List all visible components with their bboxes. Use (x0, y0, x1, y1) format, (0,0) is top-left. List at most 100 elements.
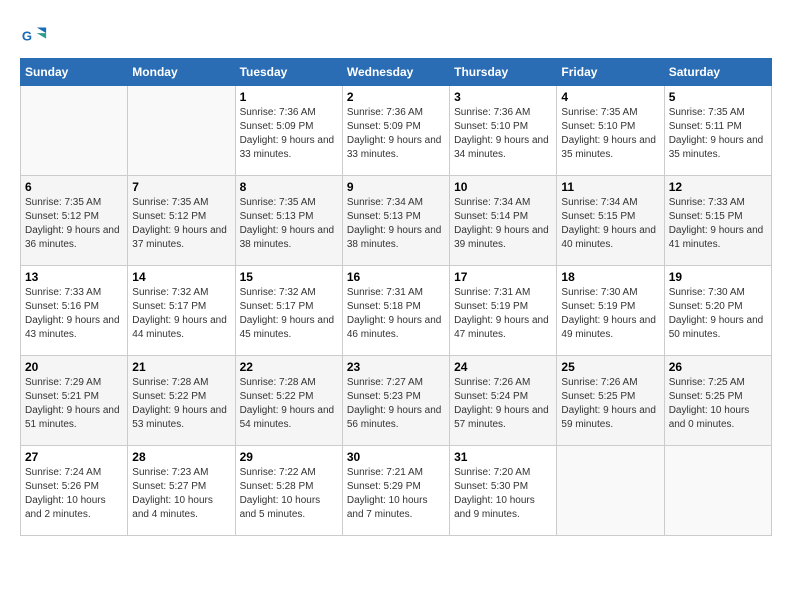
week-row-1: 1Sunrise: 7:36 AM Sunset: 5:09 PM Daylig… (21, 86, 772, 176)
day-number: 23 (347, 360, 445, 374)
day-number: 31 (454, 450, 552, 464)
day-number: 22 (240, 360, 338, 374)
day-cell (21, 86, 128, 176)
day-number: 6 (25, 180, 123, 194)
day-number: 8 (240, 180, 338, 194)
day-info: Sunrise: 7:20 AM Sunset: 5:30 PM Dayligh… (454, 466, 552, 522)
day-cell: 7 Sunrise: 7:35 AM Sunset: 5:12 PM Daylig… (128, 176, 235, 266)
day-info: Sunrise: 7:35 AM Sunset: 5:10 PM Dayligh… (561, 106, 659, 162)
day-info: Sunrise: 7:31 AM Sunset: 5:19 PM Dayligh… (454, 286, 552, 342)
day-info: Sunrise: 7:29 AM Sunset: 5:21 PM Dayligh… (25, 376, 123, 432)
day-number: 30 (347, 450, 445, 464)
header-cell-wednesday: Wednesday (342, 59, 449, 86)
logo-icon: G (20, 20, 48, 48)
week-row-3: 13Sunrise: 7:33 AM Sunset: 5:16 PM Dayli… (21, 266, 772, 356)
calendar-header: SundayMondayTuesdayWednesdayThursdayFrid… (21, 59, 772, 86)
day-info: Sunrise: 7:27 AM Sunset: 5:23 PM Dayligh… (347, 376, 445, 432)
day-info: Sunrise: 7:24 AM Sunset: 5:26 PM Dayligh… (25, 466, 123, 522)
day-cell (557, 446, 664, 536)
calendar-body: 1Sunrise: 7:36 AM Sunset: 5:09 PM Daylig… (21, 86, 772, 536)
day-cell (128, 86, 235, 176)
header-cell-friday: Friday (557, 59, 664, 86)
day-cell: 11 Sunrise: 7:34 AM Sunset: 5:15 PM Dayli… (557, 176, 664, 266)
day-number: 5 (669, 90, 767, 104)
day-cell: 28 Sunrise: 7:23 AM Sunset: 5:27 PM Dayli… (128, 446, 235, 536)
day-number: 4 (561, 90, 659, 104)
svg-text:G: G (22, 29, 32, 44)
day-cell: 6Sunrise: 7:35 AM Sunset: 5:12 PM Daylig… (21, 176, 128, 266)
day-cell: 30 Sunrise: 7:21 AM Sunset: 5:29 PM Dayli… (342, 446, 449, 536)
day-number: 15 (240, 270, 338, 284)
day-info: Sunrise: 7:21 AM Sunset: 5:29 PM Dayligh… (347, 466, 445, 522)
day-number: 27 (25, 450, 123, 464)
day-cell: 24 Sunrise: 7:26 AM Sunset: 5:24 PM Dayli… (450, 356, 557, 446)
day-cell: 14 Sunrise: 7:32 AM Sunset: 5:17 PM Dayli… (128, 266, 235, 356)
day-number: 28 (132, 450, 230, 464)
day-number: 17 (454, 270, 552, 284)
day-info: Sunrise: 7:23 AM Sunset: 5:27 PM Dayligh… (132, 466, 230, 522)
day-number: 7 (132, 180, 230, 194)
day-cell: 8 Sunrise: 7:35 AM Sunset: 5:13 PM Daylig… (235, 176, 342, 266)
header-cell-saturday: Saturday (664, 59, 771, 86)
day-number: 26 (669, 360, 767, 374)
day-info: Sunrise: 7:33 AM Sunset: 5:15 PM Dayligh… (669, 196, 767, 252)
day-cell: 1Sunrise: 7:36 AM Sunset: 5:09 PM Daylig… (235, 86, 342, 176)
day-cell: 21 Sunrise: 7:28 AM Sunset: 5:22 PM Dayli… (128, 356, 235, 446)
day-number: 24 (454, 360, 552, 374)
header-cell-sunday: Sunday (21, 59, 128, 86)
day-number: 12 (669, 180, 767, 194)
page-header: G (20, 20, 772, 48)
day-cell: 4 Sunrise: 7:35 AM Sunset: 5:10 PM Daylig… (557, 86, 664, 176)
day-info: Sunrise: 7:34 AM Sunset: 5:15 PM Dayligh… (561, 196, 659, 252)
day-info: Sunrise: 7:36 AM Sunset: 5:10 PM Dayligh… (454, 106, 552, 162)
day-info: Sunrise: 7:22 AM Sunset: 5:28 PM Dayligh… (240, 466, 338, 522)
day-info: Sunrise: 7:35 AM Sunset: 5:13 PM Dayligh… (240, 196, 338, 252)
day-cell: 18 Sunrise: 7:30 AM Sunset: 5:19 PM Dayli… (557, 266, 664, 356)
day-cell: 17 Sunrise: 7:31 AM Sunset: 5:19 PM Dayli… (450, 266, 557, 356)
day-info: Sunrise: 7:32 AM Sunset: 5:17 PM Dayligh… (240, 286, 338, 342)
day-number: 11 (561, 180, 659, 194)
day-info: Sunrise: 7:35 AM Sunset: 5:12 PM Dayligh… (132, 196, 230, 252)
day-cell: 3 Sunrise: 7:36 AM Sunset: 5:10 PM Daylig… (450, 86, 557, 176)
day-cell: 27 Sunrise: 7:24 AM Sunset: 5:26 PM Dayli… (21, 446, 128, 536)
day-cell: 10 Sunrise: 7:34 AM Sunset: 5:14 PM Dayli… (450, 176, 557, 266)
day-info: Sunrise: 7:34 AM Sunset: 5:14 PM Dayligh… (454, 196, 552, 252)
calendar-table: SundayMondayTuesdayWednesdayThursdayFrid… (20, 58, 772, 536)
day-info: Sunrise: 7:28 AM Sunset: 5:22 PM Dayligh… (132, 376, 230, 432)
day-number: 14 (132, 270, 230, 284)
week-row-5: 27 Sunrise: 7:24 AM Sunset: 5:26 PM Dayli… (21, 446, 772, 536)
day-number: 20 (25, 360, 123, 374)
day-info: Sunrise: 7:25 AM Sunset: 5:25 PM Dayligh… (669, 376, 767, 432)
day-cell: 9Sunrise: 7:34 AM Sunset: 5:13 PM Daylig… (342, 176, 449, 266)
week-row-2: 6 Sunrise: 7:35 AM Sunset: 5:12 PM Daylig… (21, 176, 772, 266)
day-cell: 2Sunrise: 7:36 AM Sunset: 5:09 PM Daylig… (342, 86, 449, 176)
day-cell: 16Sunrise: 7:31 AM Sunset: 5:18 PM Dayli… (342, 266, 449, 356)
day-cell: 20 Sunrise: 7:29 AM Sunset: 5:21 PM Dayli… (21, 356, 128, 446)
day-number: 13 (25, 270, 123, 284)
day-info: Sunrise: 7:30 AM Sunset: 5:19 PM Dayligh… (561, 286, 659, 342)
day-info: Sunrise: 7:28 AM Sunset: 5:22 PM Dayligh… (240, 376, 338, 432)
header-cell-thursday: Thursday (450, 59, 557, 86)
week-row-4: 20 Sunrise: 7:29 AM Sunset: 5:21 PM Dayli… (21, 356, 772, 446)
day-cell: 29 Sunrise: 7:22 AM Sunset: 5:28 PM Dayli… (235, 446, 342, 536)
day-cell: 22 Sunrise: 7:28 AM Sunset: 5:22 PM Dayli… (235, 356, 342, 446)
day-number: 21 (132, 360, 230, 374)
day-info: Sunrise: 7:34 AM Sunset: 5:13 PM Dayligh… (347, 196, 445, 252)
day-cell: 13Sunrise: 7:33 AM Sunset: 5:16 PM Dayli… (21, 266, 128, 356)
day-number: 19 (669, 270, 767, 284)
day-number: 25 (561, 360, 659, 374)
logo: G (20, 20, 52, 48)
day-number: 29 (240, 450, 338, 464)
header-cell-tuesday: Tuesday (235, 59, 342, 86)
day-cell: 23 Sunrise: 7:27 AM Sunset: 5:23 PM Dayli… (342, 356, 449, 446)
day-cell: 12 Sunrise: 7:33 AM Sunset: 5:15 PM Dayli… (664, 176, 771, 266)
day-number: 3 (454, 90, 552, 104)
day-number: 10 (454, 180, 552, 194)
day-info: Sunrise: 7:35 AM Sunset: 5:11 PM Dayligh… (669, 106, 767, 162)
day-cell: 26 Sunrise: 7:25 AM Sunset: 5:25 PM Dayli… (664, 356, 771, 446)
header-row: SundayMondayTuesdayWednesdayThursdayFrid… (21, 59, 772, 86)
day-info: Sunrise: 7:32 AM Sunset: 5:17 PM Dayligh… (132, 286, 230, 342)
day-info: Sunrise: 7:36 AM Sunset: 5:09 PM Dayligh… (240, 106, 338, 162)
day-info: Sunrise: 7:26 AM Sunset: 5:24 PM Dayligh… (454, 376, 552, 432)
day-number: 18 (561, 270, 659, 284)
